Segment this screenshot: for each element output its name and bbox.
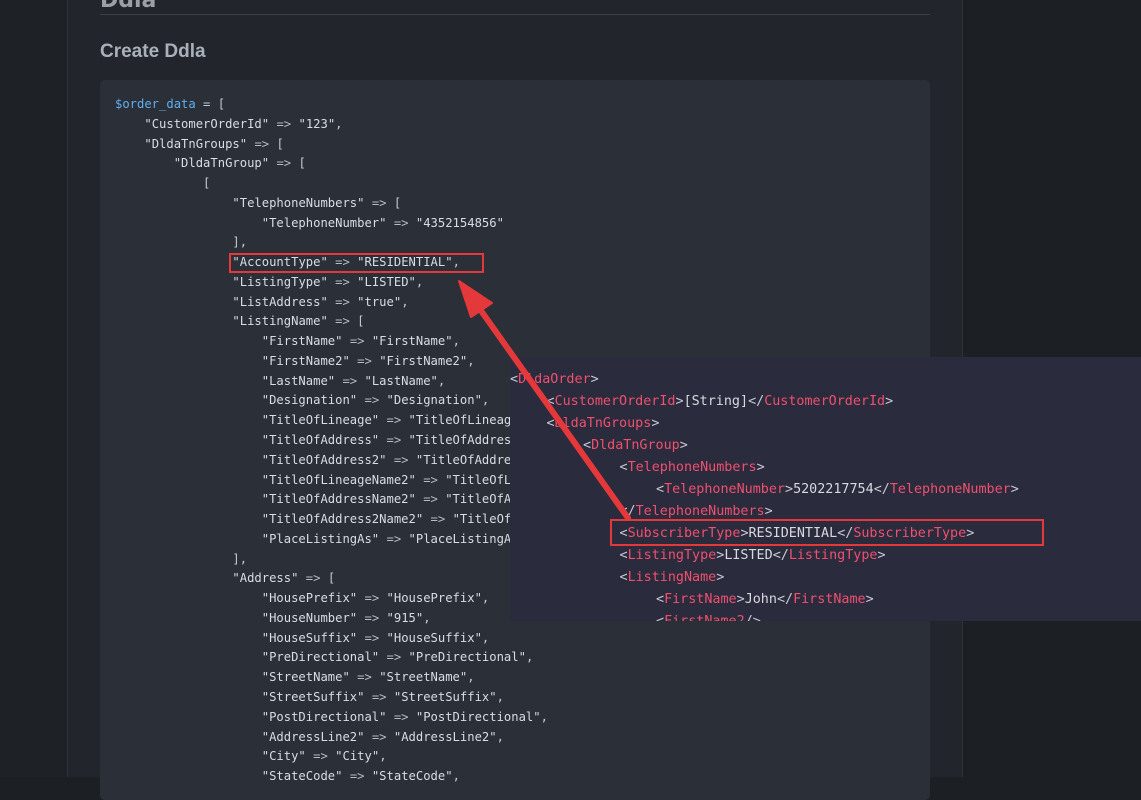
subscriber-type-highlight-box <box>610 519 1044 546</box>
xml-code-line: <ListingName> <box>619 570 725 585</box>
xml-code-line: <FirstName>John</FirstName> <box>656 592 874 607</box>
php-code-line: "PreDirectional" => "PreDirectional", <box>261 650 534 665</box>
php-code-line: "ListAddress" => "true", <box>232 294 409 309</box>
left-gutter <box>0 0 68 777</box>
php-code-line: "TelephoneNumber" => "4352154856" <box>261 215 504 230</box>
php-code-line: "CustomerOrderId" => "123", <box>144 116 343 131</box>
xml-code-line: <ListingType>LISTED</ListingType> <box>619 548 886 563</box>
php-code-line: "DldaTnGroups" => [ <box>144 136 284 151</box>
php-code-line: "FirstName" => "FirstName", <box>261 334 460 349</box>
php-code-line: "StreetSuffix" => "StreetSuffix", <box>261 689 504 704</box>
account-type-highlight-box <box>229 253 484 273</box>
section-divider <box>100 14 930 15</box>
xml-code-line: <FirstName2/> <box>656 611 761 621</box>
php-code-line: ], <box>115 235 248 250</box>
php-code-line: "TelephoneNumbers" => [ <box>232 195 402 210</box>
php-code-line: "ListingType" => "LISTED", <box>232 274 424 289</box>
xml-code-line: <DldaTnGroup> <box>583 438 688 453</box>
xml-code-line: <DldaOrder> <box>510 372 599 387</box>
previous-section-heading: Ddla <box>100 0 157 13</box>
php-code-line: "HouseSuffix" => "HouseSuffix", <box>261 630 490 645</box>
php-code-line: "StreetName" => "StreetName", <box>261 670 475 685</box>
php-code-line: "DldaTnGroup" => [ <box>173 156 306 171</box>
php-code-line: [ <box>115 176 211 191</box>
php-code-line: "PostDirectional" => "PostDirectional", <box>261 709 548 724</box>
xml-code-line: <DldaTnGroups> <box>546 416 660 431</box>
xml-code-line: <CustomerOrderId>[String]</CustomerOrder… <box>546 394 894 409</box>
xml-code-line: <TelephoneNumber>5202217754</TelephoneNu… <box>656 482 1019 497</box>
php-code-line: "AddressLine2" => "AddressLine2", <box>261 729 504 744</box>
php-code-line: "City" => "City", <box>261 749 387 764</box>
xml-code-line: <TelephoneNumbers> <box>619 460 765 475</box>
php-code-line: $order_data = [ <box>115 97 226 111</box>
xml-code-panel: <DldaOrder> <CustomerOrderId>[String]</Cu… <box>510 357 1141 621</box>
page-title: Create Ddla <box>100 41 206 62</box>
php-code-line: "ListingName" => [ <box>232 314 365 329</box>
